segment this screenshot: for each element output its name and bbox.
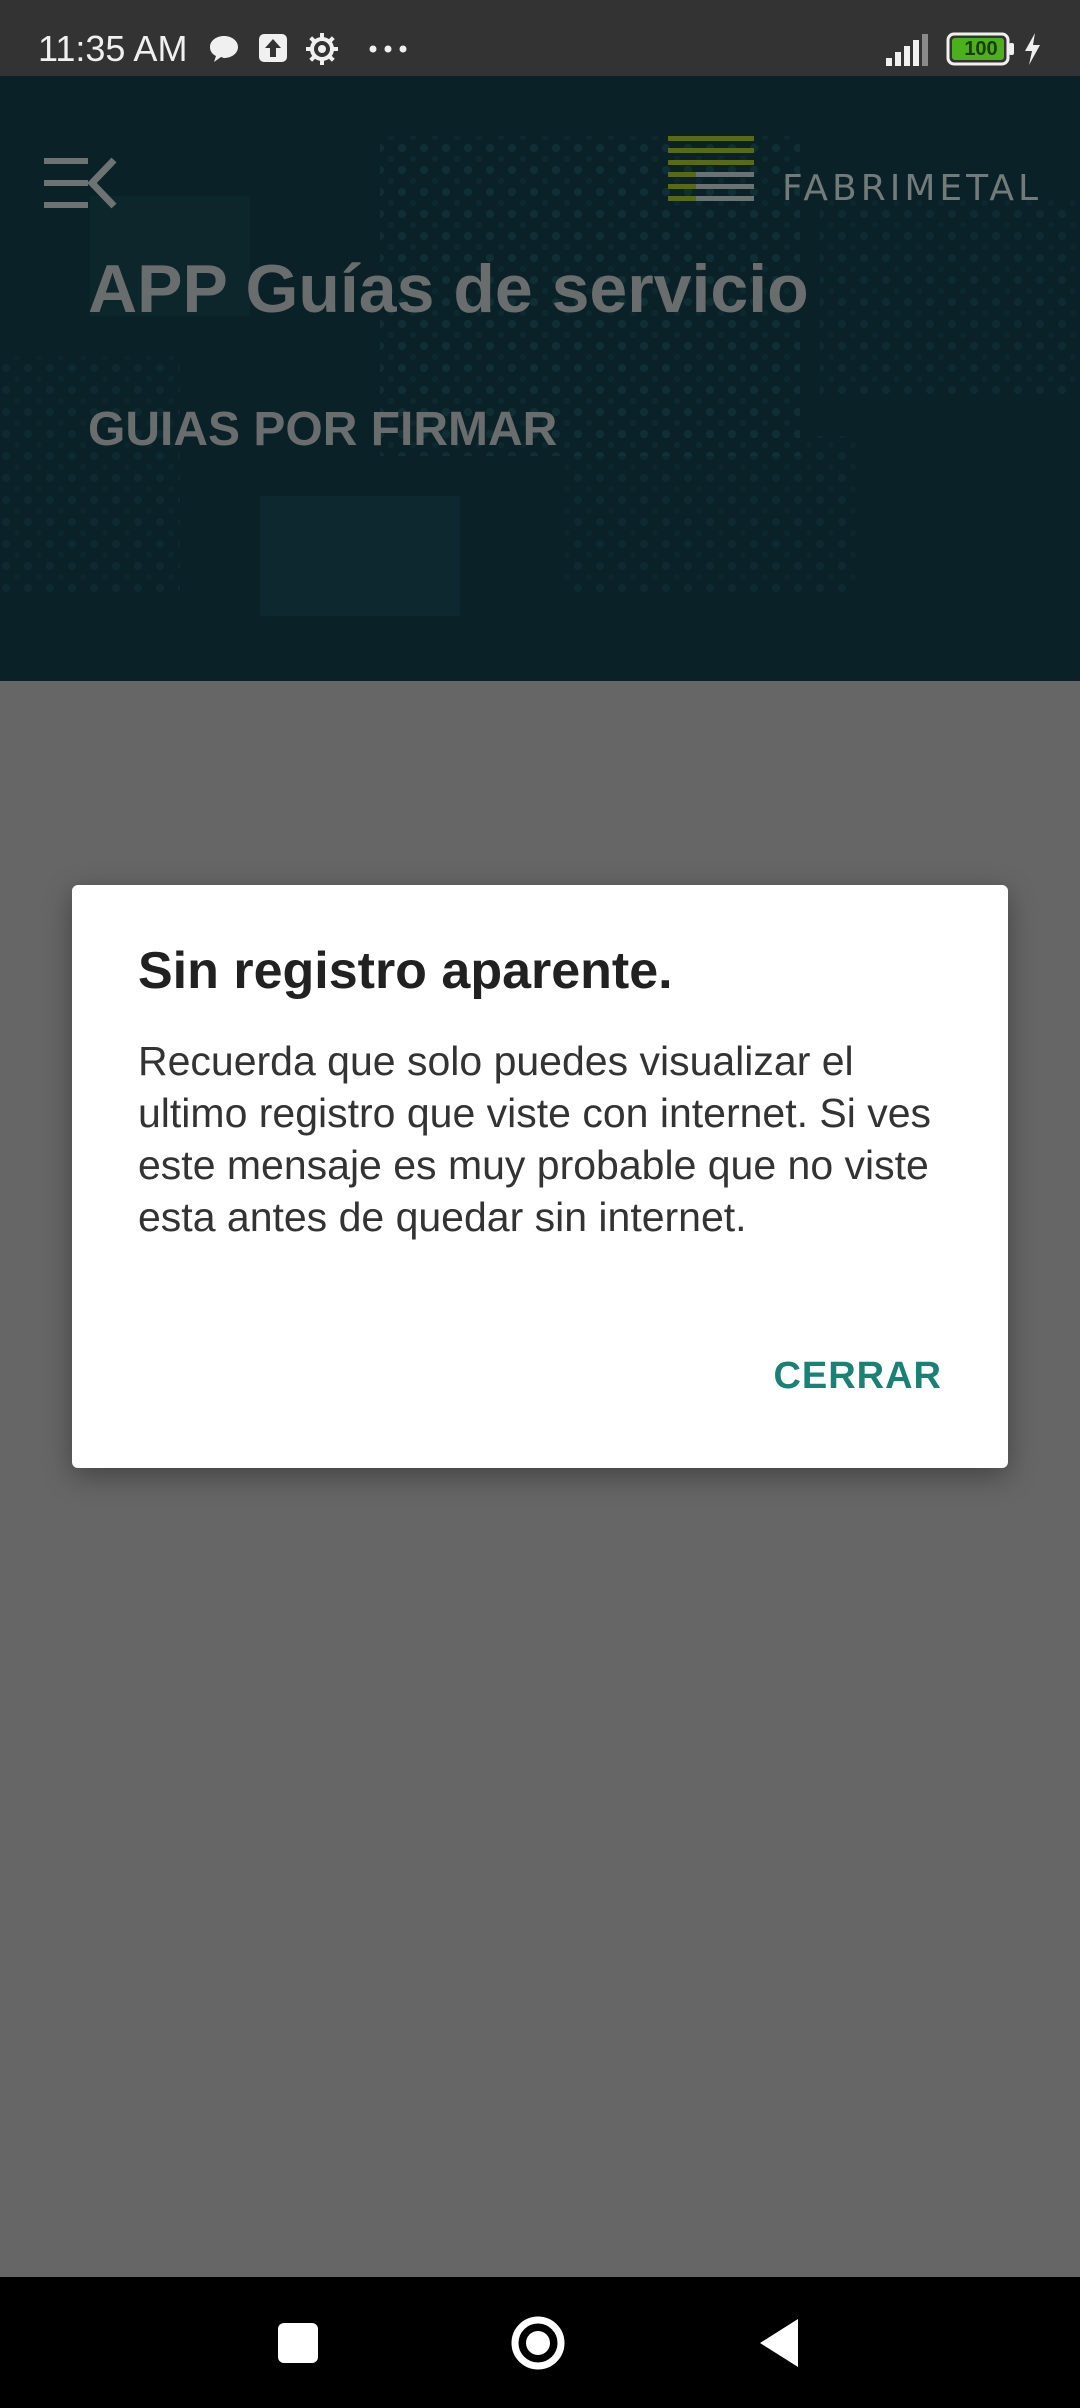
recents-square-icon: [278, 2323, 318, 2363]
settings-gear-icon: [306, 33, 338, 65]
back-triangle-icon: [760, 2319, 798, 2367]
fabrimetal-logo: FABRIMETAL: [666, 134, 1080, 214]
back-button[interactable]: [744, 2307, 816, 2379]
chat-bubble-icon: [210, 36, 238, 62]
menu-toggle-button[interactable]: [40, 152, 120, 216]
recents-button[interactable]: [262, 2307, 334, 2379]
charging-bolt-icon: [1025, 33, 1040, 65]
signal-icon: [886, 34, 928, 66]
alert-dialog: Sin registro aparente. Recuerda que solo…: [72, 885, 1008, 1468]
status-bar: 11:35 AM 100: [0, 0, 1080, 76]
more-dots-icon: [369, 45, 407, 53]
system-nav-bar: [0, 2277, 1080, 2408]
section-title: GUIAS POR FIRMAR: [88, 403, 558, 456]
close-button[interactable]: CERRAR: [773, 1355, 942, 1398]
home-circle-icon: [511, 2316, 565, 2370]
menu-collapse-icon: [44, 157, 117, 209]
home-button[interactable]: [502, 2307, 574, 2379]
app-header: FABRIMETAL APP Guías de servicio GUIAS P…: [0, 76, 1080, 681]
dialog-message: Recuerda que solo puedes visualizar el u…: [138, 1038, 932, 1240]
dialog-title: Sin registro aparente.: [138, 942, 673, 1000]
battery-level: 100: [964, 38, 998, 60]
screen: FABRIMETAL APP Guías de servicio GUIAS P…: [0, 0, 1080, 2408]
page-title: APP Guías de servicio: [88, 251, 809, 327]
logo-stripes-icon: [668, 136, 754, 201]
status-time: 11:35 AM: [38, 28, 188, 69]
brand-name: FABRIMETAL: [782, 168, 1043, 209]
upload-icon: [259, 34, 287, 62]
